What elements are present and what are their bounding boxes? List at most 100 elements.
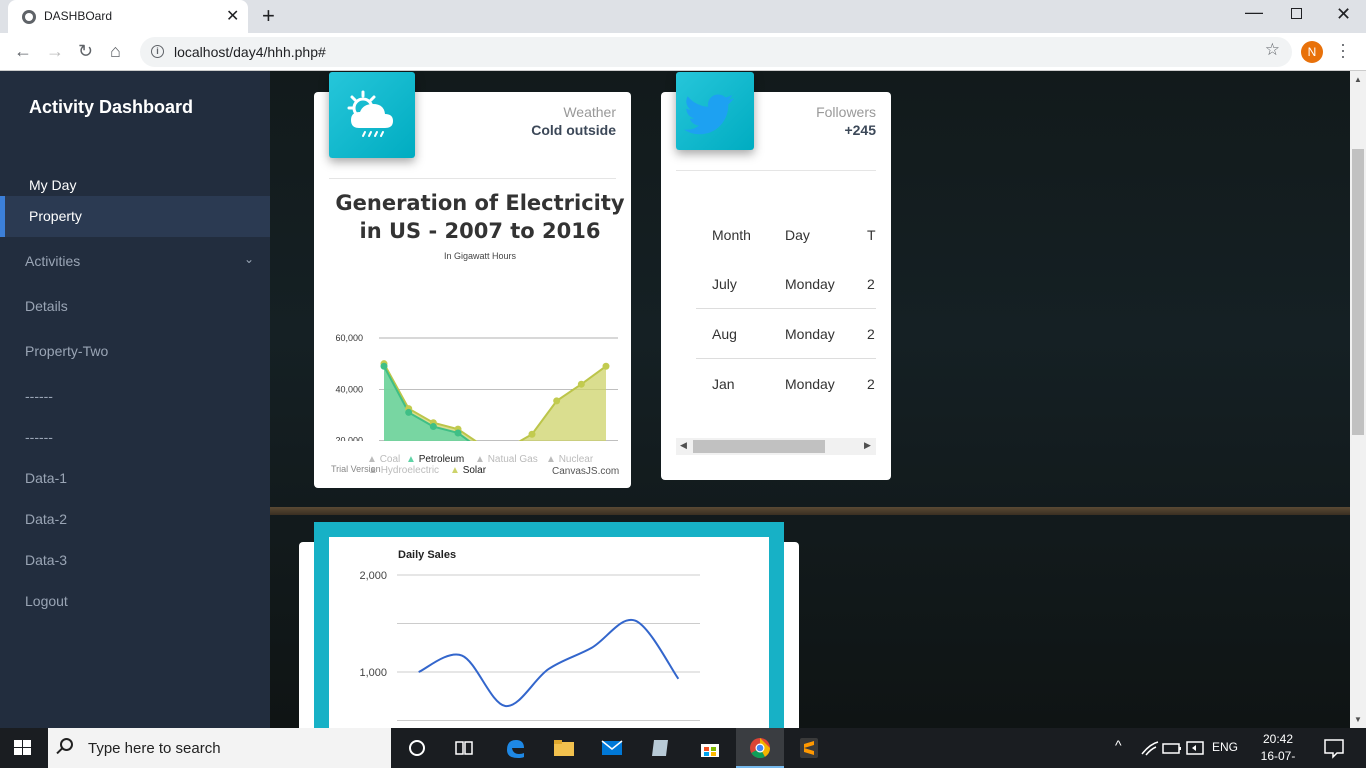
address-bar[interactable]: i localhost/day4/hhh.php# ☆ — [140, 37, 1292, 67]
daily-sales-chart: 01,0002,000MonTueWedThusFriSatSunSales — [359, 570, 700, 721]
scroll-down-icon[interactable]: ▼ — [1354, 715, 1362, 724]
wifi-icon[interactable] — [1138, 736, 1162, 760]
legend-petroleum[interactable]: ▲ Petroleum — [406, 454, 464, 465]
table-cell: 2 — [867, 276, 875, 292]
petroleum-point — [380, 362, 388, 370]
volume-icon[interactable] — [1184, 736, 1208, 760]
clock-date: 16-07-2020 — [1260, 749, 1296, 768]
scroll-right-icon[interactable]: ▶ — [864, 440, 871, 451]
restore-button[interactable] — [1291, 8, 1302, 19]
globe-icon — [22, 10, 36, 24]
sidebar-item-logout[interactable]: Logout — [0, 581, 270, 622]
legend-natural-gas-label: Natual Gas — [487, 454, 538, 465]
home-icon[interactable]: ⌂ — [110, 41, 121, 62]
browser-menu-icon[interactable]: · · · — [1340, 35, 1346, 65]
chrome-icon[interactable] — [748, 736, 772, 760]
sidebar-item-separator-1[interactable]: ------ — [0, 376, 270, 417]
sidebar-item-data-2[interactable]: Data-2 — [0, 499, 270, 540]
tray-up-arrow-icon[interactable]: ^ — [1115, 737, 1122, 753]
card-divider — [329, 178, 616, 179]
legend-solar-marker: ▲ — [450, 465, 460, 476]
table-cell: Aug — [712, 326, 737, 342]
weather-icon-box — [329, 72, 415, 158]
table-horizontal-scrollbar[interactable]: ◀ ▶ — [676, 438, 876, 455]
forward-icon[interactable]: → — [46, 41, 64, 62]
mail-icon[interactable] — [600, 736, 624, 760]
twitter-icon-box — [676, 72, 754, 150]
table-header: Day — [785, 227, 810, 243]
y-tick-label: 2,000 — [359, 570, 387, 582]
legend-solar[interactable]: ▲ Solar — [450, 465, 486, 476]
petroleum-point — [429, 423, 437, 431]
notes-app-icon[interactable] — [649, 736, 673, 760]
cortana-icon[interactable] — [405, 736, 429, 760]
edge-icon[interactable] — [503, 736, 527, 760]
page-content: Activity Dashboard My Day Property Activ… — [0, 71, 1366, 728]
store-icon[interactable] — [698, 736, 722, 760]
daily-sales-title: Daily Sales — [398, 549, 457, 561]
table-header: Month — [712, 227, 751, 243]
electricity-chart-title: Generation of Electricity in US - 2007 t… — [335, 191, 625, 243]
back-icon[interactable]: ← — [14, 41, 32, 62]
sidebar-item-activities[interactable]: Activities ⌄ — [0, 241, 270, 282]
row-divider — [696, 308, 876, 309]
windows-taskbar: Type here to search ^ ENG 20:42 16-07-20… — [0, 728, 1366, 768]
minimize-button[interactable]: — — [1245, 2, 1263, 23]
legend-nuclear[interactable]: ▲ Nuclear — [546, 454, 593, 465]
legend-coal-label: Coal — [379, 454, 401, 465]
solar-point — [602, 362, 610, 370]
sidebar-item-data-1[interactable]: Data-1 — [0, 458, 270, 499]
windows-start-icon[interactable] — [14, 740, 32, 756]
new-tab-button[interactable]: + — [262, 3, 275, 29]
scroll-up-icon[interactable]: ▲ — [1354, 75, 1362, 84]
window-close-button[interactable]: ✕ — [1336, 4, 1351, 25]
notifications-icon[interactable] — [1322, 736, 1346, 760]
table-cell: Monday — [785, 376, 835, 392]
file-explorer-icon[interactable] — [552, 736, 576, 760]
scrollbar-thumb[interactable] — [1352, 149, 1364, 435]
legend-natural-gas[interactable]: ▲ Natual Gas — [475, 454, 538, 465]
twitter-icon — [684, 94, 734, 135]
y-tick-label: 20,000 — [335, 436, 363, 441]
table-cell: July — [712, 276, 737, 292]
row-divider — [696, 358, 876, 359]
browser-toolbar: ← → ↻ ⌂ i localhost/day4/hhh.php# ☆ N · ·… — [0, 33, 1366, 71]
scrollbar-thumb[interactable] — [693, 440, 825, 453]
browser-tab[interactable]: DASHBOard ✕ — [8, 0, 248, 33]
sidebar: Activity Dashboard My Day Property Activ… — [0, 71, 270, 728]
sidebar-item-property[interactable]: Property — [0, 196, 270, 237]
sidebar-item-property-two[interactable]: Property-Two — [0, 331, 270, 372]
chevron-down-icon: ⌄ — [244, 252, 255, 266]
sidebar-item-separator-2[interactable]: ------ — [0, 417, 270, 458]
followers-table: Month Day T July Monday 2 Aug Monday 2 J… — [676, 201, 876, 441]
profile-avatar[interactable]: N — [1301, 41, 1323, 63]
card-divider — [676, 170, 876, 171]
info-icon[interactable]: i — [151, 45, 164, 58]
sidebar-item-data-3[interactable]: Data-3 — [0, 540, 270, 581]
language-indicator[interactable]: ENG — [1212, 740, 1238, 754]
reload-icon[interactable]: ↻ — [78, 41, 93, 62]
taskbar-clock[interactable]: 20:42 16-07-2020 — [1248, 731, 1308, 768]
battery-icon[interactable] — [1160, 736, 1184, 760]
page-scrollbar[interactable]: ▲ ▼ — [1350, 71, 1366, 728]
canvasjs-credit[interactable]: CanvasJS.com — [552, 466, 619, 477]
electricity-chart: 020,00040,00060,000200720082009201020112… — [335, 333, 618, 441]
sidebar-item-details[interactable]: Details — [0, 286, 270, 327]
bookmark-star-icon[interactable]: ☆ — [1265, 40, 1280, 60]
y-tick-label: 1,000 — [359, 667, 387, 679]
sales-line — [418, 618, 680, 707]
background-shelf — [270, 507, 1350, 515]
close-tab-icon[interactable]: ✕ — [226, 6, 239, 26]
brand-title[interactable]: Activity Dashboard — [29, 97, 193, 118]
weather-category: Weather — [563, 104, 616, 120]
trial-version-label: Trial Version — [331, 464, 381, 474]
taskbar-search[interactable]: Type here to search — [48, 728, 391, 768]
task-view-icon[interactable] — [452, 736, 476, 760]
followers-category: Followers — [816, 104, 876, 120]
petroleum-point — [454, 429, 462, 437]
url-text[interactable]: localhost/day4/hhh.php# — [174, 44, 326, 60]
sublime-text-icon[interactable] — [797, 736, 821, 760]
scroll-left-icon[interactable]: ◀ — [680, 440, 687, 451]
solar-point — [553, 397, 561, 405]
search-placeholder: Type here to search — [88, 740, 221, 757]
